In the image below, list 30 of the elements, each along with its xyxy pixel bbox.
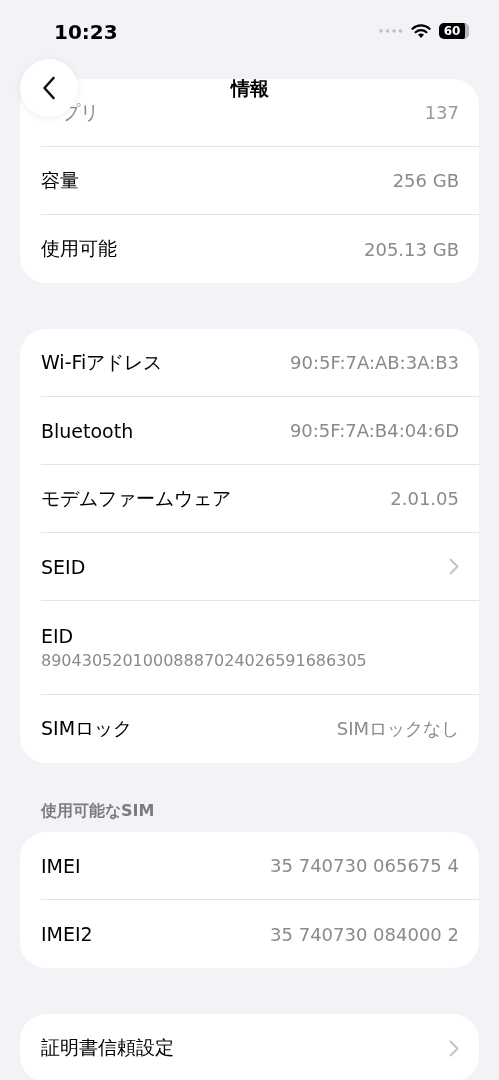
row-label[interactable]: SEID	[41, 555, 86, 578]
signal-dots-icon	[379, 29, 403, 33]
row-label: Wi-Fiアドレス	[41, 349, 163, 375]
row-value: 90:5F:7A:B4:04:6D	[289, 420, 459, 441]
row-value: 89043052010008887024026591686305	[41, 651, 368, 670]
row-label: 容量	[41, 167, 79, 193]
row-value: 35 740730 084000 2	[270, 923, 459, 945]
row-value: 256 GB	[392, 170, 459, 191]
battery-level: 60	[439, 23, 469, 39]
row-value: SIMロックなし	[336, 717, 459, 741]
row-label[interactable]: 証明書信頼設定	[41, 1035, 174, 1061]
back-chevron-icon	[42, 76, 56, 100]
wifi-icon	[411, 23, 431, 39]
status-time: 10:23	[54, 20, 118, 44]
row-label: IMEI2	[41, 923, 93, 945]
row-value: 90:5F:7A:AB:3A:B3	[290, 352, 459, 373]
row-label: SIMロック	[41, 716, 133, 741]
page-title: 情報	[230, 76, 269, 101]
row-label: Bluetooth	[41, 419, 134, 442]
row-label: IMEI	[41, 854, 81, 877]
row-value: 35 740730 065675 4	[270, 855, 459, 876]
row-label: モデムファームウェア	[41, 485, 231, 511]
chevron-icon	[449, 1039, 459, 1057]
row-label: EID	[41, 625, 75, 647]
row-value: 137	[424, 102, 459, 123]
row-value: 2.01.05	[390, 488, 459, 509]
section-header: 使用可能なSIM	[41, 801, 156, 822]
row-value: 205.13 GB	[364, 238, 459, 260]
chevron-icon	[449, 558, 459, 575]
row-label: 使用可能	[41, 236, 117, 261]
